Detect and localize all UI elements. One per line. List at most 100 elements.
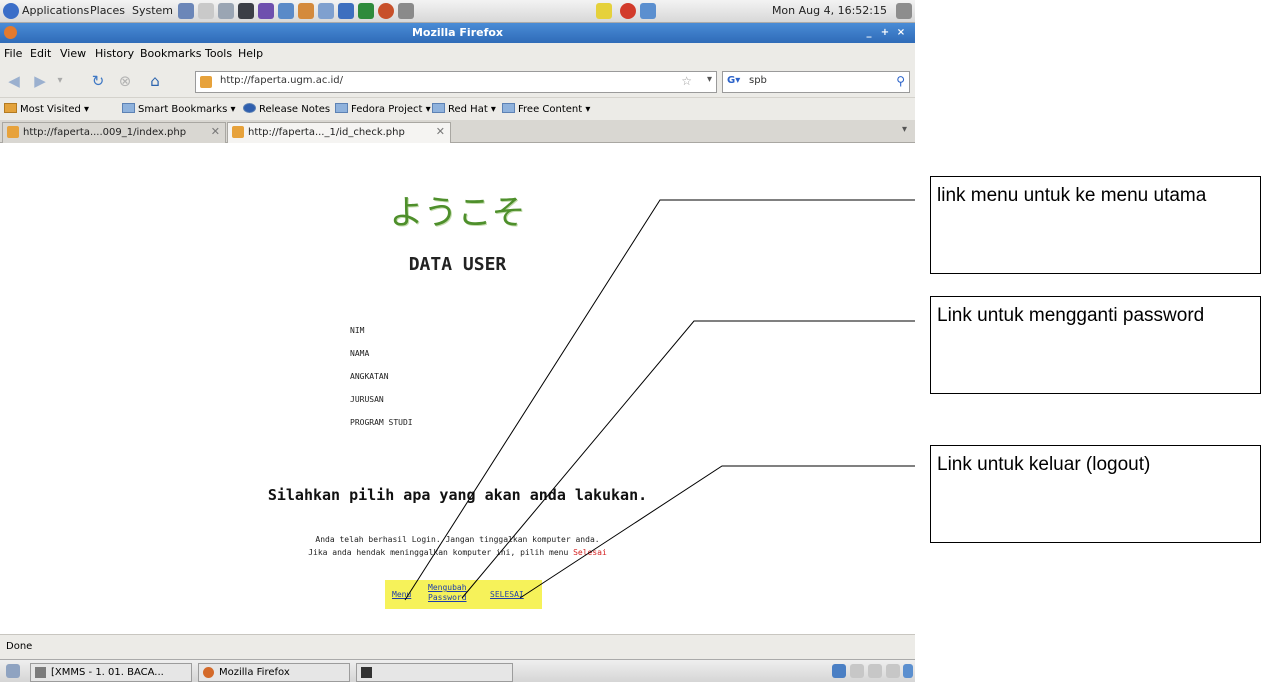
menu-tools[interactable]: Tools [205, 47, 232, 60]
bottom-taskbar: [XMMS - 1. 01. BACA... Mozilla Firefox [0, 659, 915, 682]
launcher-icon[interactable] [198, 3, 214, 19]
callout-password-link: Link untuk mengganti password [930, 296, 1261, 394]
volume-icon[interactable] [896, 3, 912, 19]
network-icon[interactable] [640, 3, 656, 19]
bookmark-label: Fedora Project [351, 104, 423, 115]
reload-icon[interactable]: ↻ [88, 71, 108, 91]
update-icon[interactable] [620, 3, 636, 19]
status-bar: Done [0, 634, 915, 659]
fedora-icon [243, 103, 256, 113]
search-icon[interactable]: ⚲ [896, 74, 905, 88]
workspace-icon[interactable] [868, 664, 882, 678]
system-menu[interactable]: System [132, 4, 173, 17]
login-info-line: Anda telah berhasil Login. Jangan tingga… [315, 535, 600, 544]
tab-label: http://faperta....009_1/index.php [23, 127, 187, 138]
minimize-icon[interactable]: _ [863, 27, 875, 39]
field-label-nim: NIM [350, 326, 365, 335]
notes-icon[interactable] [596, 3, 612, 19]
leave-info-line: Jika anda hendak meninggalkan komputer i… [0, 548, 915, 557]
menu-edit[interactable]: Edit [30, 47, 51, 60]
list-all-tabs-icon[interactable]: ▾ [902, 124, 907, 135]
bookmark-star-icon[interactable]: ☆ [681, 74, 692, 88]
leave-info-text: Jika anda hendak meninggalkan komputer i… [308, 548, 574, 557]
terminal-icon[interactable] [238, 3, 254, 19]
menu-file[interactable]: File [4, 47, 22, 60]
task-terminal[interactable] [356, 663, 513, 682]
field-label-angkatan: ANGKATAN [350, 372, 389, 381]
bookmark-smart-bookmarks[interactable]: Smart Bookmarks ▾ [122, 103, 236, 115]
workspace-icon[interactable] [850, 664, 864, 678]
google-engine-icon[interactable]: G▾ [727, 75, 740, 86]
launcher-icon[interactable] [358, 3, 374, 19]
maximize-icon[interactable]: + [879, 27, 891, 39]
launcher-icon[interactable] [298, 3, 314, 19]
fedora-logo-icon[interactable] [3, 3, 19, 19]
tab-close-icon[interactable]: ✕ [211, 125, 220, 138]
logout-link[interactable]: SELESAI [490, 590, 524, 600]
menu-link[interactable]: Menu [392, 590, 411, 600]
back-icon[interactable]: ◀ [4, 71, 24, 91]
menu-view[interactable]: View [60, 47, 86, 60]
applications-menu[interactable]: Applications [22, 4, 89, 17]
tab-close-icon[interactable]: ✕ [436, 125, 445, 138]
task-label: [XMMS - 1. 01. BACA... [51, 667, 164, 678]
menu-history[interactable]: History [95, 47, 134, 60]
page-title: DATA USER [408, 254, 507, 275]
selesai-inline-text: Selesai [573, 548, 607, 557]
callout-logout-link: Link untuk keluar (logout) [930, 445, 1261, 543]
places-menu[interactable]: Places [90, 4, 125, 17]
launcher-icon[interactable] [278, 3, 294, 19]
workspace-icon[interactable] [832, 664, 846, 678]
action-links-box: Menu Mengubah Password SELESAI [385, 580, 542, 609]
history-dropdown-icon[interactable]: ▾ [50, 71, 70, 91]
forward-icon[interactable]: ▶ [30, 71, 50, 91]
folder-icon [502, 103, 515, 113]
bookmark-label: Release Notes [259, 104, 331, 115]
menu-help[interactable]: Help [238, 47, 263, 60]
launcher-icon[interactable] [258, 3, 274, 19]
window-titlebar[interactable]: Mozilla Firefox _ + × [0, 23, 915, 43]
close-icon[interactable]: × [895, 27, 907, 39]
welcome-heading: ようこそ [389, 193, 526, 233]
window-title: Mozilla Firefox [411, 26, 504, 39]
task-xmms[interactable]: [XMMS - 1. 01. BACA... [30, 663, 192, 682]
page-content: ようこそ DATA USER NIM NAMA ANGKATAN JURUSAN… [0, 143, 915, 634]
panel-clock[interactable]: Mon Aug 4, 16:52:15 [772, 4, 887, 17]
bookmark-fedora-project[interactable]: Fedora Project ▾ [335, 103, 431, 115]
bookmark-label: Most Visited [20, 104, 81, 115]
firefox-icon [4, 26, 17, 39]
workspace-icon[interactable] [886, 664, 900, 678]
trash-icon[interactable] [903, 664, 913, 678]
tab-favicon-icon [7, 126, 19, 138]
most-visited-icon [4, 103, 17, 113]
bookmark-red-hat[interactable]: Red Hat ▾ [432, 103, 496, 115]
firefox-screenshot: Applications Places System Mon Aug 4, 16… [0, 0, 915, 682]
tab-id-check[interactable]: http://faperta..._1/id_check.php ✕ [227, 122, 451, 143]
url-bar[interactable]: http://faperta.ugm.ac.id/ ☆ ▾ [195, 71, 717, 93]
menu-bar: File Edit View History Bookmarks Tools H… [0, 43, 915, 65]
launcher-icon[interactable] [178, 3, 194, 19]
home-icon[interactable]: ⌂ [145, 71, 165, 91]
field-label-program-studi: PROGRAM STUDI [350, 418, 413, 427]
launcher-icon[interactable] [318, 3, 334, 19]
task-firefox[interactable]: Mozilla Firefox [198, 663, 350, 682]
search-bar[interactable]: G▾ spb ⚲ [722, 71, 910, 93]
firefox-launcher-icon[interactable] [378, 3, 394, 19]
bookmark-free-content[interactable]: Free Content ▾ [502, 103, 590, 115]
change-password-link-line1: Mengubah [428, 583, 467, 592]
stop-icon[interactable]: ⊗ [115, 71, 135, 91]
url-dropdown-icon[interactable]: ▾ [707, 74, 712, 85]
launcher-icon[interactable] [398, 3, 414, 19]
launcher-icon[interactable] [218, 3, 234, 19]
tab-index[interactable]: http://faperta....009_1/index.php ✕ [2, 122, 226, 143]
bookmark-release-notes[interactable]: Release Notes [243, 103, 330, 115]
gnome-top-panel: Applications Places System Mon Aug 4, 16… [0, 0, 915, 23]
launcher-icon[interactable] [338, 3, 354, 19]
change-password-link[interactable]: Mengubah Password [428, 583, 467, 603]
folder-icon [432, 103, 445, 113]
bookmark-most-visited[interactable]: Most Visited ▾ [4, 103, 89, 115]
url-text[interactable]: http://faperta.ugm.ac.id/ [220, 75, 343, 86]
menu-bookmarks[interactable]: Bookmarks [140, 47, 201, 60]
show-desktop-icon[interactable] [6, 664, 20, 678]
search-input[interactable]: spb [749, 75, 767, 86]
